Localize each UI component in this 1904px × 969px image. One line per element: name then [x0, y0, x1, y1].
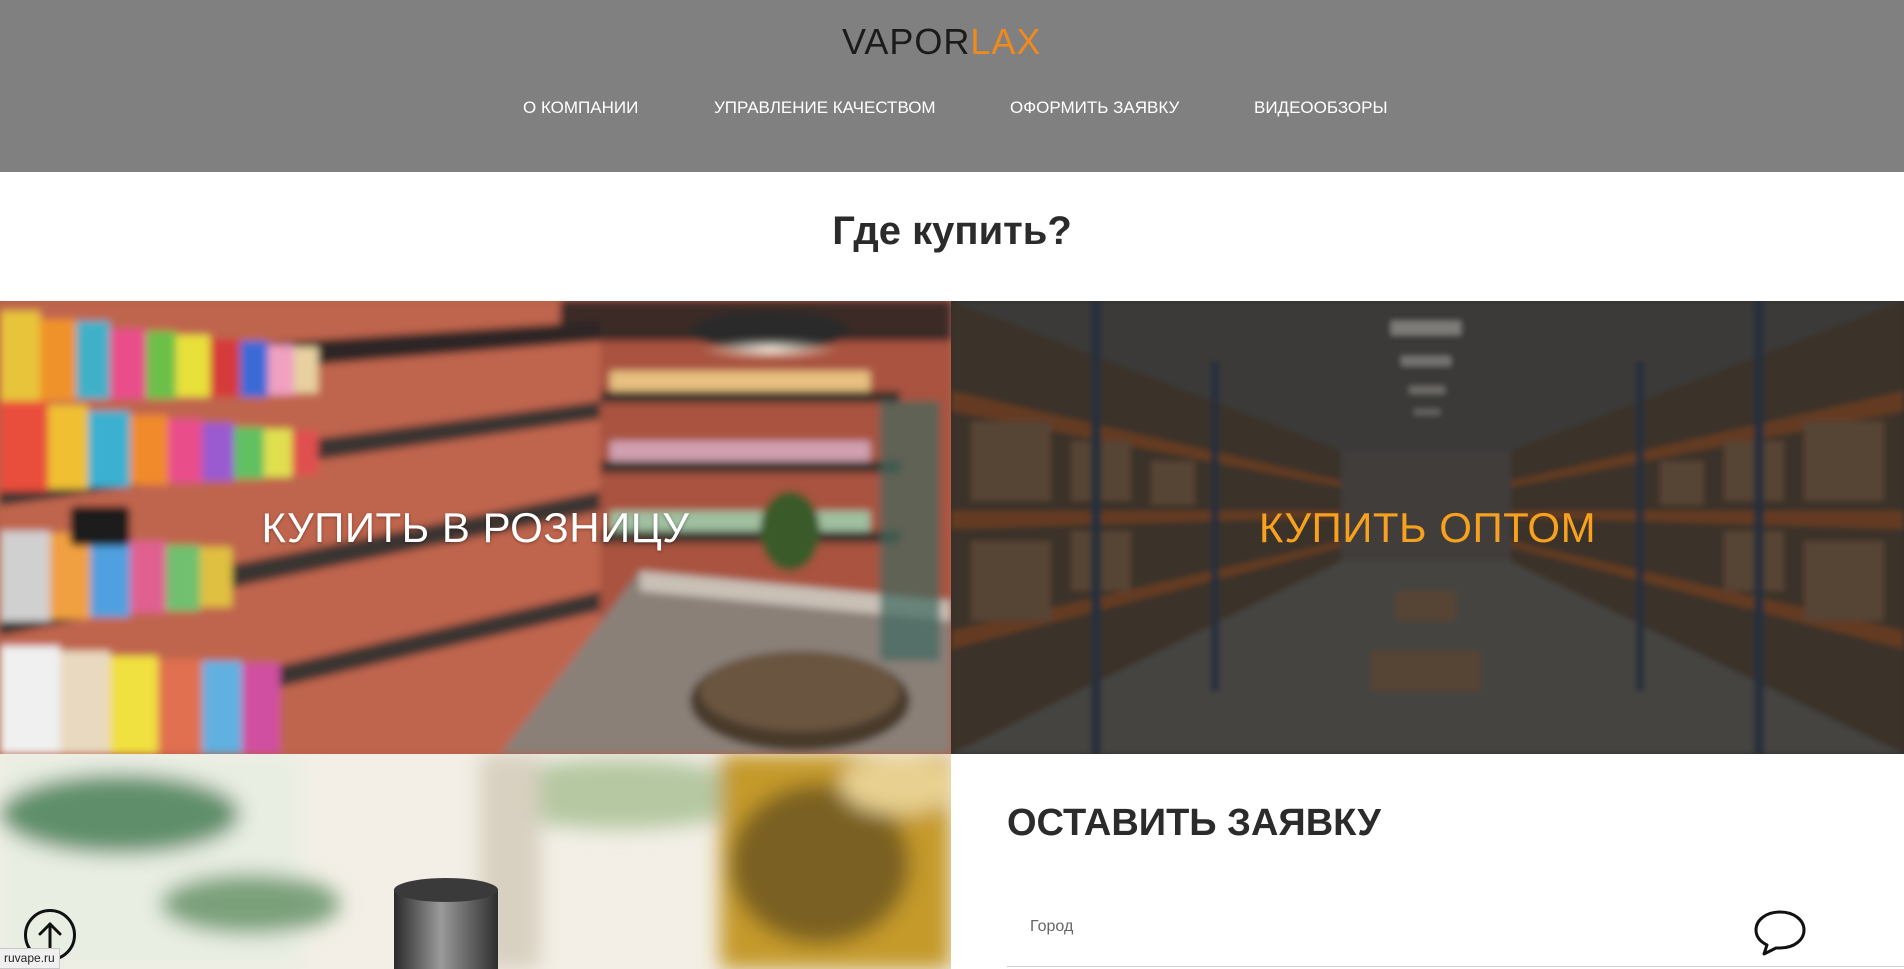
city-input-underline — [1007, 966, 1904, 967]
retail-tile[interactable]: КУПИТЬ В РОЗНИЦУ — [0, 301, 951, 754]
request-form-title: ОСТАВИТЬ ЗАЯВКУ — [1007, 802, 1381, 844]
logo-text-lax: LAX — [970, 21, 1042, 62]
arrow-up-circle-icon — [38, 922, 62, 949]
nav-item-about[interactable]: О КОМПАНИИ — [523, 96, 638, 120]
city-input[interactable] — [1030, 910, 1730, 944]
logo-text-vapor: VAPOR — [842, 21, 971, 62]
chat-bubble-icon — [1754, 910, 1806, 956]
logo[interactable]: VAPORLAX — [842, 21, 1040, 62]
page-title: Где купить? — [832, 209, 1072, 253]
wholesale-tile-label: КУПИТЬ ОПТОМ — [1258, 503, 1597, 551]
main-nav: О КОМПАНИИ УПРАВЛЕНИЕ КАЧЕСТВОМ ОФОРМИТЬ… — [0, 96, 1904, 120]
wholesale-tile[interactable]: КУПИТЬ ОПТОМ — [951, 301, 1904, 754]
browser-status-bar: ruvape.ru — [0, 948, 60, 969]
retail-tile-label: КУПИТЬ В РОЗНИЦУ — [261, 503, 690, 551]
nav-item-order[interactable]: ОФОРМИТЬ ЗАЯВКУ — [1010, 96, 1179, 120]
bottom-decor-photo — [0, 754, 951, 969]
nav-item-video-reviews[interactable]: ВИДЕООБЗОРЫ — [1254, 96, 1388, 120]
chat-button[interactable] — [1752, 908, 1808, 958]
site-header: VAPORLAX О КОМПАНИИ УПРАВЛЕНИЕ КАЧЕСТВОМ… — [0, 0, 1904, 172]
nav-item-quality[interactable]: УПРАВЛЕНИЕ КАЧЕСТВОМ — [714, 96, 936, 120]
